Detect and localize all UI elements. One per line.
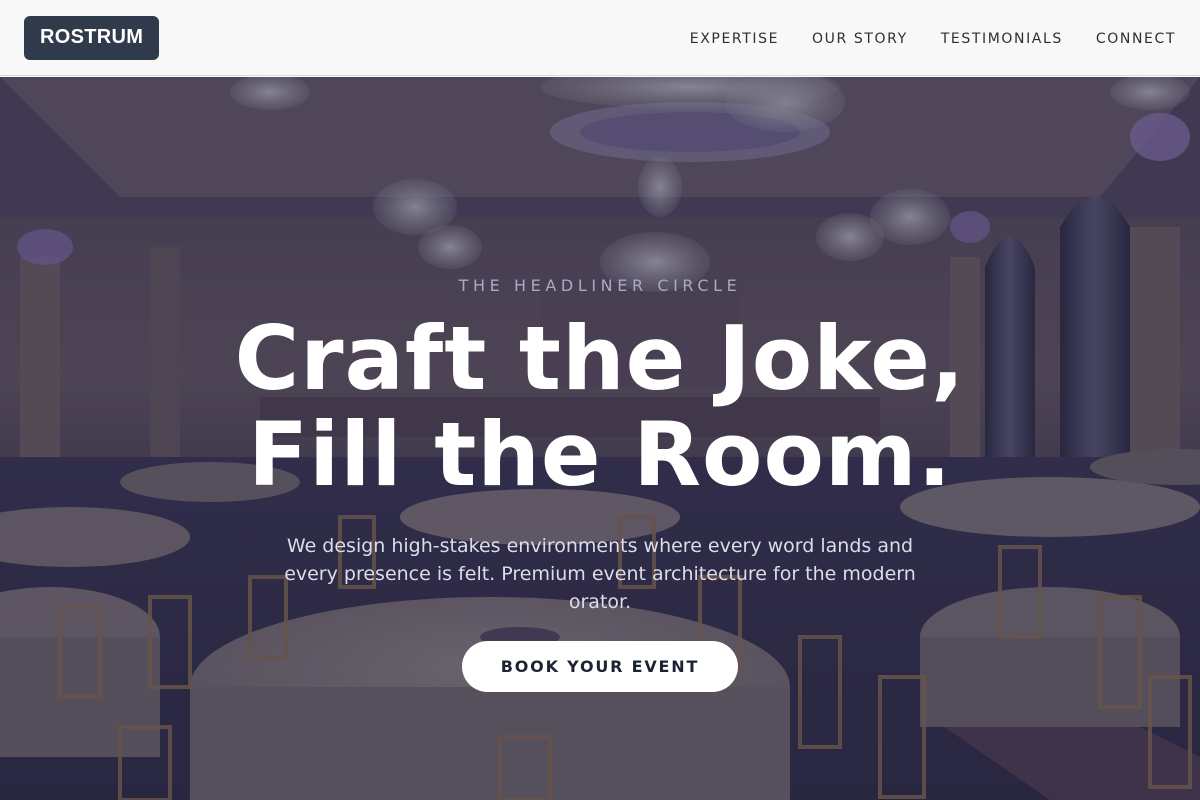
nav-item-testimonials: TESTIMONIALS xyxy=(941,28,1063,47)
hero-section: THE HEADLINER CIRCLE Craft the Joke, Fil… xyxy=(0,77,1200,800)
nav-link-expertise[interactable]: EXPERTISE xyxy=(690,31,779,47)
hero-content: THE HEADLINER CIRCLE Craft the Joke, Fil… xyxy=(0,77,1200,800)
nav-item-our-story: OUR STORY xyxy=(812,28,908,47)
hero-headline: Craft the Joke, Fill the Room. xyxy=(0,311,1200,503)
nav-item-expertise: EXPERTISE xyxy=(690,28,779,47)
main-nav: EXPERTISE OUR STORY TESTIMONIALS CONNECT xyxy=(690,28,1176,47)
hero-headline-line1: Craft the Joke, xyxy=(234,307,966,410)
nav-link-connect[interactable]: CONNECT xyxy=(1096,31,1176,47)
hero-eyebrow: THE HEADLINER CIRCLE xyxy=(458,276,742,295)
nav-link-testimonials[interactable]: TESTIMONIALS xyxy=(941,31,1063,47)
hero-headline-line2: Fill the Room. xyxy=(247,403,953,506)
logo[interactable]: ROSTRUM xyxy=(24,15,160,60)
nav-link-our-story[interactable]: OUR STORY xyxy=(812,31,908,47)
nav-item-connect: CONNECT xyxy=(1096,28,1176,47)
hero-subtext: We design high-stakes environments where… xyxy=(284,535,916,613)
book-event-button[interactable]: BOOK YOUR EVENT xyxy=(462,641,738,692)
site-header: ROSTRUM EXPERTISE OUR STORY TESTIMONIALS… xyxy=(0,0,1200,76)
